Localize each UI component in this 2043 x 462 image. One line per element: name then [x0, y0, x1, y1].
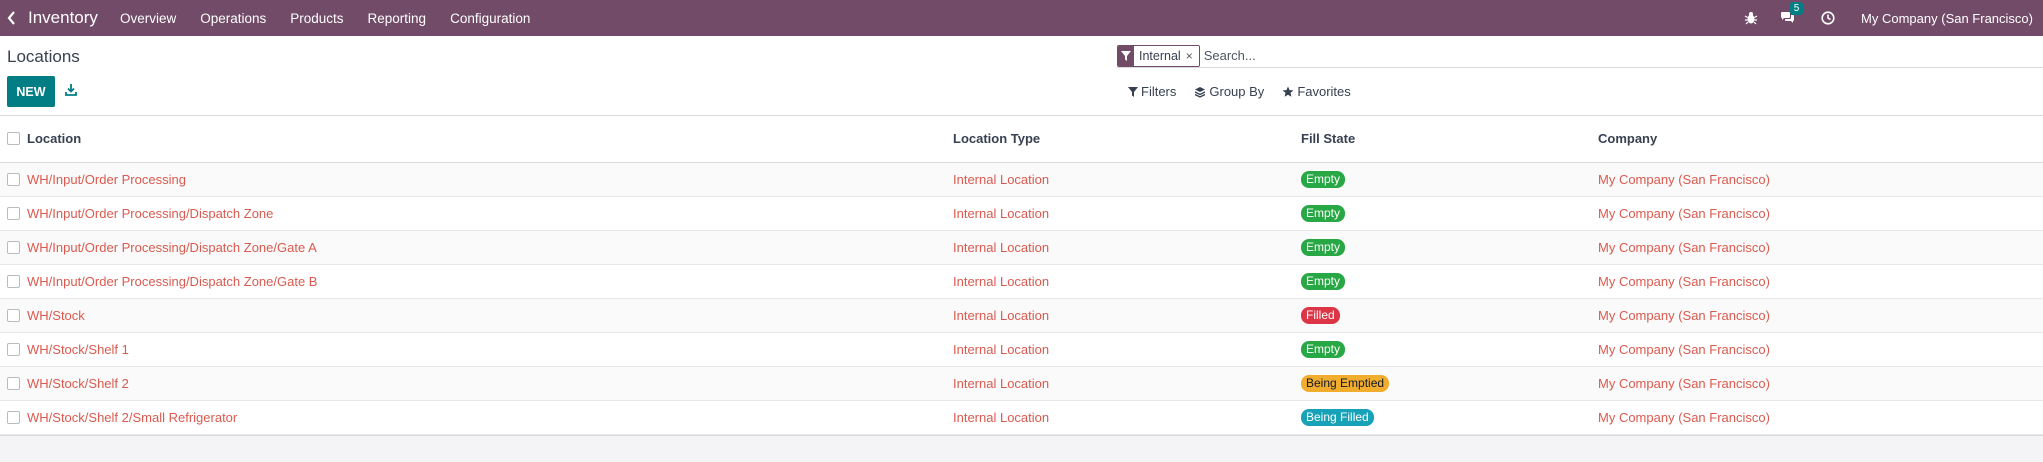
- table-body: WH/Input/Order Processing Internal Locati…: [0, 162, 2043, 434]
- filter-icon: [1128, 86, 1138, 97]
- company-name[interactable]: My Company (San Francisco): [1598, 206, 1770, 221]
- location-type[interactable]: Internal Location: [953, 410, 1049, 425]
- fill-state-badge: Empty: [1301, 204, 1346, 222]
- fill-state-badge: Empty: [1301, 170, 1346, 188]
- list-view: Location Location Type Fill State Compan…: [0, 116, 2043, 435]
- row-checkbox[interactable]: [7, 172, 20, 186]
- select-all-checkbox[interactable]: [7, 132, 20, 146]
- location-type[interactable]: Internal Location: [953, 240, 1049, 255]
- location-name[interactable]: WH/Stock/Shelf 2: [27, 376, 129, 391]
- facet-filter-icon-box: [1118, 45, 1134, 66]
- table-header-row: Location Location Type Fill State Compan…: [0, 116, 2043, 163]
- table-row[interactable]: WH/Input/Order Processing/Dispatch Zone/…: [0, 264, 2043, 298]
- company-name[interactable]: My Company (San Francisco): [1598, 274, 1770, 289]
- filters-label: Filters: [1141, 84, 1177, 99]
- page-title: Locations: [7, 47, 80, 66]
- table-row[interactable]: WH/Stock/Shelf 2 Internal Location Being E…: [0, 366, 2043, 400]
- chevron-left-icon: [7, 11, 15, 25]
- filter-icon: [1121, 50, 1131, 61]
- favorites-dropdown[interactable]: Favorites: [1282, 84, 1351, 99]
- layers-icon: [1195, 86, 1206, 98]
- company-name[interactable]: My Company (San Francisco): [1598, 376, 1770, 391]
- row-checkbox[interactable]: [7, 410, 20, 424]
- location-type[interactable]: Internal Location: [953, 342, 1049, 357]
- main-menu: Overview Operations Products Reporting C…: [120, 11, 554, 26]
- column-header-location[interactable]: Location: [27, 116, 953, 163]
- activity-button[interactable]: [1820, 10, 1836, 26]
- table-row[interactable]: WH/Input/Order Processing/Dispatch Zone I…: [0, 196, 2043, 230]
- column-header-location-type[interactable]: Location Type: [953, 116, 1301, 163]
- bug-icon: [1744, 12, 1758, 25]
- location-name[interactable]: WH/Input/Order Processing/Dispatch Zone/…: [27, 274, 317, 289]
- export-button[interactable]: [64, 83, 80, 99]
- locations-table: Location Location Type Fill State Compan…: [0, 116, 2043, 435]
- download-icon: [65, 84, 77, 96]
- location-type[interactable]: Internal Location: [953, 308, 1049, 323]
- fill-state-badge: Filled: [1301, 306, 1340, 324]
- row-checkbox[interactable]: [7, 274, 20, 288]
- row-checkbox[interactable]: [7, 376, 20, 390]
- facet-value-text: Internal: [1139, 48, 1181, 63]
- menu-products[interactable]: Products: [290, 11, 343, 26]
- search-bar: Internal ×: [1117, 44, 2043, 68]
- table-row[interactable]: WH/Input/Order Processing Internal Locati…: [0, 162, 2043, 196]
- menu-configuration[interactable]: Configuration: [450, 11, 530, 26]
- fill-state-badge: Empty: [1301, 272, 1346, 290]
- company-name[interactable]: My Company (San Francisco): [1598, 240, 1770, 255]
- systray: 5 My Company (San Francisco): [1743, 0, 2043, 36]
- location-name[interactable]: WH/Input/Order Processing: [27, 172, 186, 187]
- company-name[interactable]: My Company (San Francisco): [1598, 308, 1770, 323]
- search-options: Filters Group By Favorites: [1128, 84, 1369, 99]
- location-type[interactable]: Internal Location: [953, 274, 1049, 289]
- table-row[interactable]: WH/Stock Internal Location Filled My Compan…: [0, 298, 2043, 332]
- row-checkbox[interactable]: [7, 206, 20, 220]
- facet-remove-icon[interactable]: ×: [1186, 49, 1193, 63]
- row-checkbox[interactable]: [7, 240, 20, 254]
- table-row[interactable]: WH/Stock/Shelf 1 Internal Location Empty My…: [0, 332, 2043, 366]
- message-count-badge: 5: [1790, 2, 1804, 15]
- new-button[interactable]: NEW: [7, 76, 55, 107]
- location-type[interactable]: Internal Location: [953, 172, 1049, 187]
- location-name[interactable]: WH/Stock/Shelf 2/Small Refrigerator: [27, 410, 237, 425]
- row-checkbox[interactable]: [7, 308, 20, 322]
- group-by-label: Group By: [1209, 84, 1265, 99]
- debug-button[interactable]: [1743, 10, 1759, 26]
- table-row[interactable]: WH/Stock/Shelf 2/Small Refrigerator Inter…: [0, 400, 2043, 434]
- location-name[interactable]: WH/Input/Order Processing/Dispatch Zone: [27, 206, 273, 221]
- facet-label: Internal ×: [1134, 45, 1199, 66]
- row-checkbox[interactable]: [7, 342, 20, 356]
- company-name[interactable]: My Company (San Francisco): [1598, 342, 1770, 357]
- control-panel: Locations NEW Internal × Filters: [0, 36, 2043, 116]
- star-icon: [1282, 86, 1294, 97]
- table-row[interactable]: WH/Input/Order Processing/Dispatch Zone/…: [0, 230, 2043, 264]
- fill-state-badge: Empty: [1301, 238, 1346, 256]
- column-header-fill-state[interactable]: Fill State: [1301, 116, 1598, 163]
- filters-dropdown[interactable]: Filters: [1128, 84, 1176, 99]
- column-header-company[interactable]: Company: [1598, 116, 2043, 163]
- fill-state-badge: Being Emptied: [1301, 374, 1390, 392]
- app-name[interactable]: Inventory: [28, 8, 98, 28]
- location-name[interactable]: WH/Stock: [27, 308, 85, 323]
- fill-state-badge: Empty: [1301, 340, 1346, 358]
- company-name[interactable]: My Company (San Francisco): [1598, 410, 1770, 425]
- list-footer-space: [0, 434, 2043, 461]
- menu-operations[interactable]: Operations: [200, 11, 266, 26]
- company-switcher[interactable]: My Company (San Francisco): [1861, 11, 2033, 26]
- location-name[interactable]: WH/Stock/Shelf 1: [27, 342, 129, 357]
- top-navbar: Inventory Overview Operations Products R…: [0, 0, 2043, 36]
- location-type[interactable]: Internal Location: [953, 206, 1049, 221]
- company-name[interactable]: My Company (San Francisco): [1598, 172, 1770, 187]
- favorites-label: Favorites: [1297, 84, 1351, 99]
- location-type[interactable]: Internal Location: [953, 376, 1049, 391]
- location-name[interactable]: WH/Input/Order Processing/Dispatch Zone/…: [27, 240, 317, 255]
- messages-button[interactable]: 5: [1779, 2, 1804, 26]
- search-input[interactable]: [1203, 48, 2043, 63]
- menu-reporting[interactable]: Reporting: [368, 11, 427, 26]
- fill-state-badge: Being Filled: [1301, 408, 1374, 426]
- group-by-dropdown[interactable]: Group By: [1194, 84, 1264, 99]
- search-facet: Internal ×: [1117, 44, 1200, 67]
- back-button[interactable]: [0, 0, 22, 36]
- menu-overview[interactable]: Overview: [120, 11, 176, 26]
- clock-icon: [1821, 11, 1835, 25]
